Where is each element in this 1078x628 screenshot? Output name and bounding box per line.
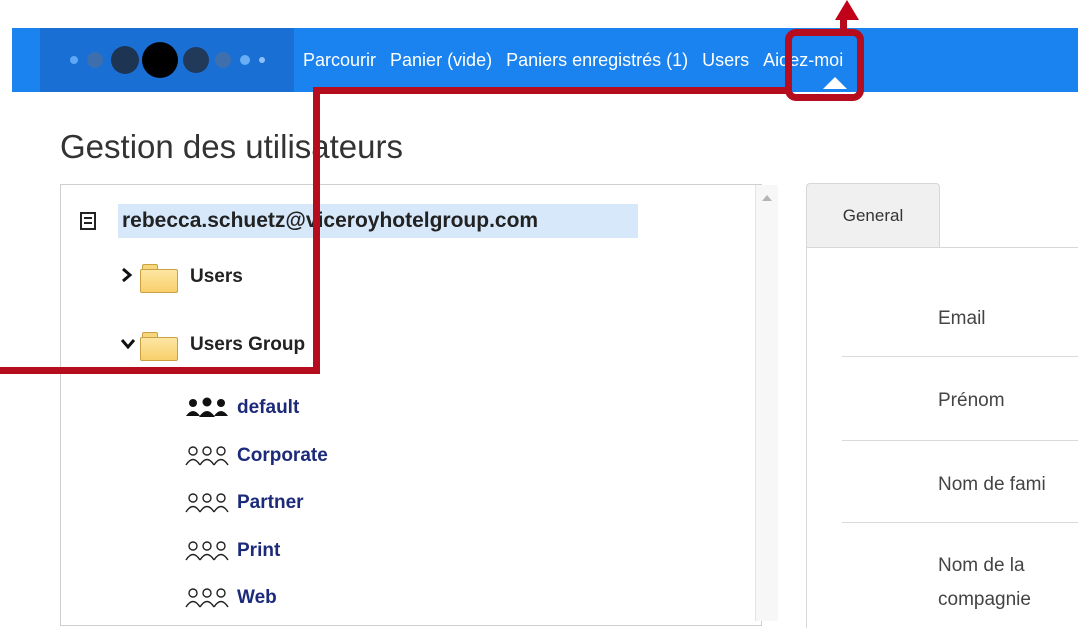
nav-links: Parcourir Panier (vide) Paniers enregist… xyxy=(296,28,850,92)
group-label[interactable]: Partner xyxy=(237,492,304,514)
chevron-right-icon[interactable] xyxy=(120,267,140,288)
field-divider xyxy=(842,356,1078,357)
field-divider xyxy=(842,522,1078,523)
tree-folder-label[interactable]: Users Group xyxy=(190,334,305,356)
scroll-up-icon[interactable] xyxy=(762,195,772,201)
top-navbar: Parcourir Panier (vide) Paniers enregist… xyxy=(12,28,1078,92)
folder-icon xyxy=(140,262,178,293)
annotation-vertical-line xyxy=(313,87,320,374)
field-label-nom-de-la-compagnie-1: Nom de la xyxy=(938,555,1025,576)
annotation-highlight-box xyxy=(785,29,864,101)
tree-root-label[interactable]: rebecca.schuetz@viceroyhotelgroup.com xyxy=(118,204,639,238)
folder-icon xyxy=(140,330,178,361)
user-tree-panel xyxy=(60,184,762,626)
users-group-outline-icon xyxy=(185,588,229,608)
tab-general[interactable]: General xyxy=(806,183,940,248)
users-group-icon xyxy=(186,397,228,417)
field-label-prenom: Prénom xyxy=(938,390,1005,411)
group-label[interactable]: Print xyxy=(237,540,280,562)
page-title: Gestion des utilisateurs xyxy=(60,128,404,165)
group-label[interactable]: Web xyxy=(237,587,277,609)
nav-paniers-enregistres[interactable]: Paniers enregistrés (1) xyxy=(499,50,695,71)
field-label-nom-de-la-compagnie-2: compagnie xyxy=(938,589,1031,610)
tree-folder-users[interactable]: Users xyxy=(120,262,243,293)
group-label[interactable]: default xyxy=(237,397,299,419)
group-item-corporate[interactable]: Corporate xyxy=(185,441,328,471)
tree-folder-users-group[interactable]: Users Group xyxy=(120,330,305,361)
field-label-email: Email xyxy=(938,308,986,329)
nav-users[interactable]: Users xyxy=(695,50,756,71)
field-divider xyxy=(842,440,1078,441)
logo-dots-icon xyxy=(70,42,265,78)
group-item-web[interactable]: Web xyxy=(185,583,277,613)
annotation-top-line xyxy=(313,87,788,94)
users-group-outline-icon xyxy=(185,446,229,466)
users-group-outline-icon xyxy=(185,541,229,561)
list-icon xyxy=(80,212,96,230)
annotation-horizontal-line xyxy=(0,367,320,374)
group-item-partner[interactable]: Partner xyxy=(185,488,304,518)
tree-scrollbar[interactable] xyxy=(755,185,778,621)
tree-folder-label[interactable]: Users xyxy=(190,266,243,288)
group-item-print[interactable]: Print xyxy=(185,536,280,566)
field-label-nom-de-famille: Nom de fami xyxy=(938,474,1046,495)
arrow-up-icon xyxy=(835,0,859,20)
nav-parcourir[interactable]: Parcourir xyxy=(296,50,383,71)
group-item-default[interactable]: default xyxy=(185,393,299,423)
tree-root-row[interactable]: rebecca.schuetz@viceroyhotelgroup.com xyxy=(80,203,639,239)
group-label[interactable]: Corporate xyxy=(237,445,328,467)
nav-panier[interactable]: Panier (vide) xyxy=(383,50,499,71)
chevron-down-icon[interactable] xyxy=(120,335,140,356)
users-group-outline-icon xyxy=(185,493,229,513)
brand-logo[interactable] xyxy=(40,28,294,92)
page-margin xyxy=(0,0,12,620)
